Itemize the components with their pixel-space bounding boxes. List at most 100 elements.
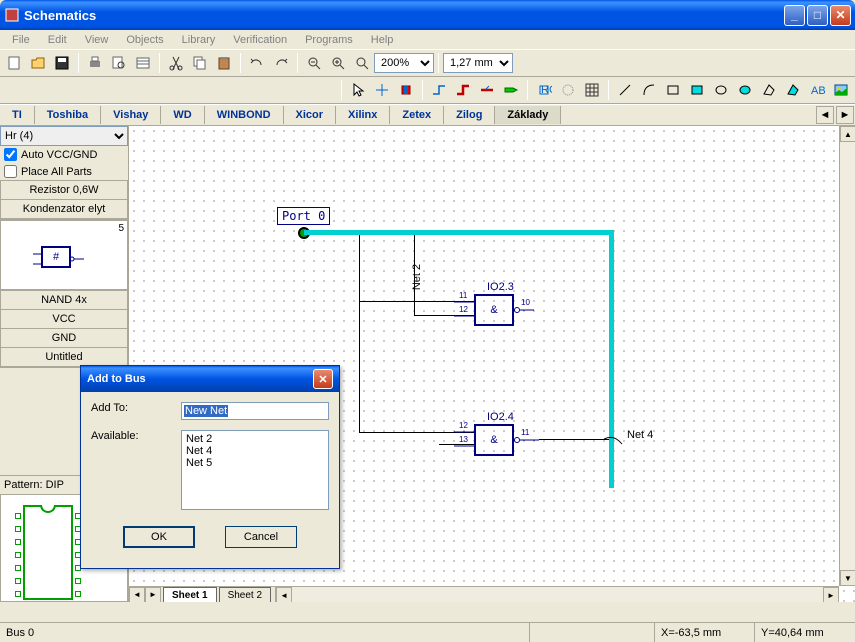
zoom-in-icon[interactable] <box>327 52 349 74</box>
connector-icon[interactable]: RC <box>533 79 555 101</box>
gate2-ref: IO2.4 <box>487 411 514 423</box>
ok-button[interactable]: OK <box>123 526 195 548</box>
save-icon[interactable] <box>51 52 73 74</box>
toolbar-tools: RC ABC <box>0 77 855 104</box>
poly-icon[interactable] <box>758 79 780 101</box>
pointer-icon[interactable] <box>347 79 369 101</box>
zoom-out-icon[interactable] <box>303 52 325 74</box>
tab-ti[interactable]: TI <box>0 106 35 124</box>
menu-file[interactable]: File <box>4 32 38 48</box>
part-nand4x[interactable]: NAND 4x <box>1 291 127 310</box>
crosshair-icon[interactable] <box>371 79 393 101</box>
hscrollbar[interactable]: ◄ ► Sheet 1 Sheet 2 ◄ ► <box>129 586 839 602</box>
image-icon[interactable] <box>830 79 852 101</box>
tab-vishay[interactable]: Vishay <box>101 106 161 124</box>
zoom-combo[interactable]: 200% <box>374 53 434 73</box>
gate1[interactable]: & <box>474 294 514 326</box>
part-gnd[interactable]: GND <box>1 329 127 348</box>
part-kondenzator[interactable]: Kondenzator elyt <box>1 200 127 219</box>
poly-fill-icon[interactable] <box>782 79 804 101</box>
part-icon[interactable] <box>395 79 417 101</box>
power-icon[interactable] <box>557 79 579 101</box>
tabnav-right[interactable]: ► <box>836 106 854 124</box>
titleblock-icon[interactable] <box>132 52 154 74</box>
close-button[interactable]: ✕ <box>830 5 851 26</box>
tab-wd[interactable]: WD <box>161 106 204 124</box>
tab-winbond[interactable]: WINBOND <box>205 106 284 124</box>
text-icon[interactable]: ABC <box>806 79 828 101</box>
tab-xicor[interactable]: Xicor <box>284 106 337 124</box>
app-icon <box>4 7 20 23</box>
line-icon[interactable] <box>614 79 636 101</box>
rect-icon[interactable] <box>662 79 684 101</box>
nand-symbol-icon: # <box>41 246 71 268</box>
tabnav-left[interactable]: ◄ <box>816 106 834 124</box>
list-item[interactable]: Net 5 <box>184 457 326 469</box>
open-icon[interactable] <box>27 52 49 74</box>
ellipse-icon[interactable] <box>710 79 732 101</box>
menu-programs[interactable]: Programs <box>297 32 361 48</box>
menu-verification[interactable]: Verification <box>225 32 295 48</box>
svg-text:RC: RC <box>541 84 552 96</box>
cancel-button[interactable]: Cancel <box>225 526 297 548</box>
undo-icon[interactable] <box>246 52 268 74</box>
auto-vccgnd-checkbox[interactable] <box>4 148 17 161</box>
busentry-icon[interactable] <box>476 79 498 101</box>
library-tabs: TI Toshiba Vishay WD WINBOND Xicor Xilin… <box>0 104 855 126</box>
menu-help[interactable]: Help <box>363 32 402 48</box>
maximize-button[interactable]: □ <box>807 5 828 26</box>
grid-icon[interactable] <box>581 79 603 101</box>
wire[interactable] <box>359 235 360 301</box>
list-item[interactable]: Net 2 <box>184 433 326 445</box>
menu-view[interactable]: View <box>77 32 117 48</box>
toolbar-main: 200% 1,27 mm <box>0 50 855 77</box>
available-label: Available: <box>91 430 181 442</box>
new-icon[interactable] <box>3 52 25 74</box>
arc-icon[interactable] <box>638 79 660 101</box>
ellipse-fill-icon[interactable] <box>734 79 756 101</box>
auto-vccgnd-label: Auto VCC/GND <box>21 149 97 161</box>
netport-icon[interactable] <box>500 79 522 101</box>
redo-icon[interactable] <box>270 52 292 74</box>
place-all-checkbox[interactable] <box>4 165 17 178</box>
rect-fill-icon[interactable] <box>686 79 708 101</box>
cut-icon[interactable] <box>165 52 187 74</box>
wire[interactable] <box>539 439 609 440</box>
list-item[interactable]: Net 4 <box>184 445 326 457</box>
part-rezistor[interactable]: Rezistor 0,6W <box>1 181 127 200</box>
bus-horizontal[interactable] <box>304 230 614 235</box>
bus-icon[interactable] <box>452 79 474 101</box>
tab-zetex[interactable]: Zetex <box>390 106 444 124</box>
zoom-window-icon[interactable] <box>351 52 373 74</box>
copy-icon[interactable] <box>189 52 211 74</box>
grid-combo[interactable]: 1,27 mm <box>443 53 513 73</box>
net4-label: Net 4 <box>627 429 653 441</box>
preview-icon[interactable] <box>108 52 130 74</box>
minimize-button[interactable]: _ <box>784 5 805 26</box>
gate2[interactable]: & <box>474 424 514 456</box>
part-vcc[interactable]: VCC <box>1 310 127 329</box>
sheet1-tab[interactable]: Sheet 1 <box>163 587 217 603</box>
addto-input[interactable]: New Net <box>181 402 329 420</box>
tab-xilinx[interactable]: Xilinx <box>336 106 390 124</box>
tab-zilog[interactable]: Zilog <box>444 106 495 124</box>
status-left: Bus 0 <box>0 623 530 642</box>
menu-objects[interactable]: Objects <box>118 32 171 48</box>
part-selector[interactable]: Hr (4) <box>0 126 128 146</box>
tab-zaklady[interactable]: Základy <box>495 106 561 124</box>
tab-toshiba[interactable]: Toshiba <box>35 106 101 124</box>
print-icon[interactable] <box>84 52 106 74</box>
menu-edit[interactable]: Edit <box>40 32 75 48</box>
menu-library[interactable]: Library <box>174 32 224 48</box>
dialog-close-button[interactable]: ✕ <box>313 369 333 389</box>
wire-icon[interactable] <box>428 79 450 101</box>
bus-vertical[interactable] <box>609 230 614 488</box>
wire[interactable] <box>359 301 360 432</box>
vscrollbar[interactable]: ▲ ▼ <box>839 126 855 586</box>
port0-label[interactable]: Port 0 <box>277 207 330 225</box>
available-list[interactable]: Net 2 Net 4 Net 5 <box>181 430 329 510</box>
sheet2-tab[interactable]: Sheet 2 <box>219 587 271 603</box>
paste-icon[interactable] <box>213 52 235 74</box>
window-title: Schematics <box>24 8 784 23</box>
status-x: X=-63,5 mm <box>655 623 755 642</box>
